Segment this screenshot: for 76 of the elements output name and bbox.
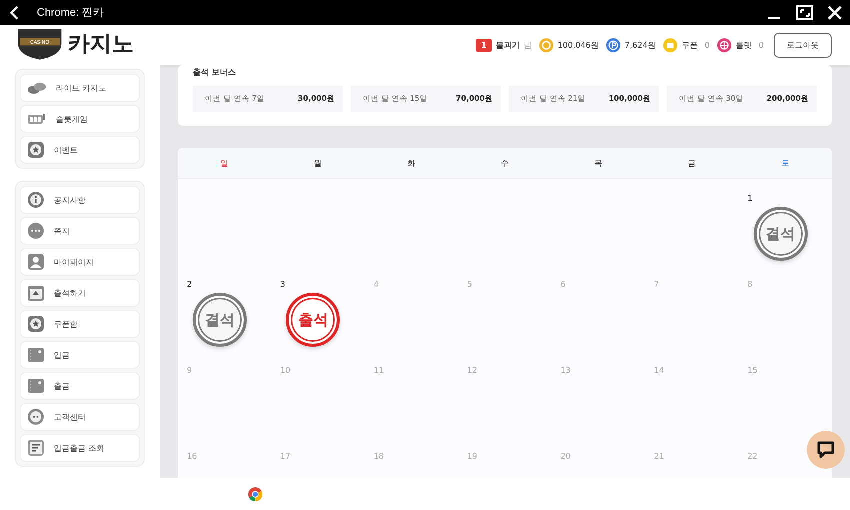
weekday-label: 수 bbox=[500, 158, 509, 168]
chat-icon bbox=[27, 222, 45, 240]
day-number: 9 bbox=[187, 366, 192, 375]
sidebar-item[interactable]: 마이페이지 bbox=[20, 248, 140, 276]
weekday-label: 토 bbox=[781, 158, 790, 168]
day-number: 7 bbox=[654, 280, 660, 289]
sidebar-item[interactable]: 입금출금 조회 bbox=[20, 434, 140, 462]
calendar-icon bbox=[27, 284, 45, 302]
back-icon[interactable] bbox=[9, 4, 21, 20]
day-number: 10 bbox=[280, 366, 291, 375]
support-icon bbox=[27, 408, 45, 426]
sidebar-item[interactable]: 출석하기 bbox=[20, 279, 140, 307]
coupon-label: 쿠폰 bbox=[682, 40, 698, 50]
info-icon bbox=[27, 191, 45, 209]
roulette-icon bbox=[716, 38, 732, 52]
day-number: 17 bbox=[280, 452, 291, 461]
level-badge: 1 bbox=[476, 38, 492, 52]
window-title: Chrome: 찐카 bbox=[37, 6, 104, 20]
sidebar-item[interactable]: 이벤트 bbox=[20, 136, 140, 164]
sidebar-item[interactable]: 공지사항 bbox=[20, 186, 140, 214]
attendance-stamp: 결석 bbox=[193, 293, 247, 347]
fullscreen-icon[interactable] bbox=[796, 4, 814, 20]
list-icon bbox=[27, 439, 45, 457]
day-number: 8 bbox=[748, 280, 753, 289]
weekday-label: 일 bbox=[220, 158, 229, 168]
attendance-stamp: 출석 bbox=[286, 293, 340, 347]
day-number: 15 bbox=[748, 366, 758, 375]
close-icon[interactable] bbox=[828, 6, 842, 20]
point-balance: 7,624원 bbox=[624, 40, 656, 50]
day-number: 16 bbox=[187, 452, 198, 461]
wallet-icon bbox=[27, 346, 45, 364]
day-number: 12 bbox=[467, 366, 478, 375]
sidebar-item[interactable]: 출금 bbox=[20, 372, 140, 400]
chat-bubble-icon bbox=[816, 440, 836, 460]
attendance-stamp: 결석 bbox=[754, 207, 808, 261]
day-number: 2 bbox=[187, 280, 192, 289]
logout-button[interactable]: 로그아웃 bbox=[774, 32, 832, 58]
day-number: 11 bbox=[374, 366, 384, 375]
username: 물괴기 bbox=[496, 40, 520, 50]
day-number: 18 bbox=[374, 452, 384, 461]
sidebar-item[interactable]: 라이브 카지노 bbox=[20, 74, 140, 102]
weekday-label: 월 bbox=[314, 158, 322, 168]
day-number: 5 bbox=[467, 280, 472, 289]
day-number: 22 bbox=[748, 452, 758, 461]
sidebar-item[interactable]: 쿠폰함 bbox=[20, 310, 140, 338]
day-number: 14 bbox=[654, 366, 664, 375]
weekday-label: 금 bbox=[688, 158, 696, 168]
coupon-count: 0 bbox=[704, 40, 710, 50]
day-number: 1 bbox=[748, 194, 753, 203]
browser-icon[interactable] bbox=[248, 486, 263, 502]
point-icon bbox=[606, 38, 621, 52]
slot-machine-icon bbox=[27, 111, 47, 127]
bonus-title: 출석 보너스 bbox=[193, 67, 237, 78]
coin-icon bbox=[538, 38, 554, 52]
day-number: 4 bbox=[374, 280, 379, 289]
sidebar-item[interactable]: 입금 bbox=[20, 341, 140, 369]
day-number: 21 bbox=[654, 452, 664, 461]
chips-icon bbox=[27, 80, 47, 96]
sidebar-item[interactable]: 슬롯게임 bbox=[20, 105, 140, 133]
roulette-count: 0 bbox=[758, 40, 764, 50]
money-balance: 100,046원 bbox=[558, 40, 599, 50]
weekday-label: 화 bbox=[408, 158, 416, 168]
day-number: 6 bbox=[560, 280, 566, 289]
logo-text: 카지노 bbox=[68, 31, 134, 59]
sidebar-item[interactable]: 쪽지 bbox=[20, 217, 140, 245]
weekday-label: 목 bbox=[594, 158, 602, 168]
sidebar-item[interactable]: 고객센터 bbox=[20, 403, 140, 431]
wallet-icon bbox=[27, 377, 45, 395]
roulette-label: 룰렛 bbox=[736, 40, 752, 50]
coupon-icon bbox=[662, 38, 678, 52]
day-number: 3 bbox=[280, 280, 286, 289]
day-number: 13 bbox=[560, 366, 571, 375]
day-number: 19 bbox=[467, 452, 478, 461]
honorific-text: 님 bbox=[524, 40, 532, 50]
day-number: 20 bbox=[560, 452, 571, 461]
user-icon bbox=[27, 253, 45, 271]
